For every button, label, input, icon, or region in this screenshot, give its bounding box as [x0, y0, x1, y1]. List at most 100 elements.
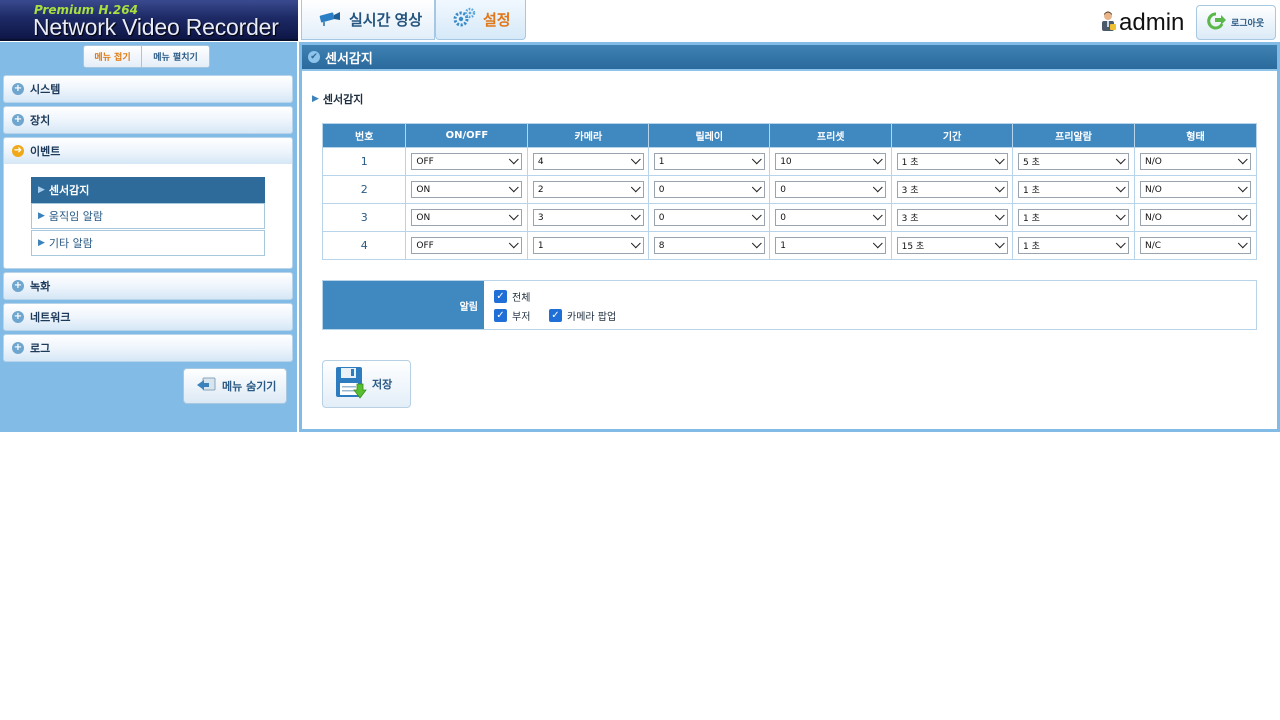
- content-panel: ✔ 센서감지 ▶ 센서감지 번호 ON/OFF 카메라 릴레이 프리셋 기간 프…: [302, 45, 1277, 429]
- cell: 1: [648, 147, 771, 176]
- sidebar-item-system[interactable]: + 시스템: [3, 75, 293, 103]
- select-value: ON: [416, 212, 431, 223]
- select-value: 1 초: [1023, 214, 1040, 224]
- type-select[interactable]: N/C: [1140, 237, 1251, 254]
- type-select[interactable]: N/O: [1140, 153, 1251, 170]
- column-header: 프리알람: [1012, 123, 1135, 148]
- chevron-down-icon: [751, 210, 762, 221]
- cell: N/C: [1134, 231, 1257, 260]
- logout-button[interactable]: 로그아웃: [1196, 5, 1276, 40]
- arrow-right-icon: ➜: [12, 145, 24, 157]
- chevron-down-icon: [751, 154, 762, 165]
- onoff-select[interactable]: ON: [411, 181, 523, 198]
- chevron-down-icon: [1115, 154, 1126, 165]
- camera-select[interactable]: 3: [532, 209, 644, 226]
- prealarm-select[interactable]: 5 초: [1018, 153, 1130, 170]
- sidebar-item-recording[interactable]: + 녹화: [3, 272, 293, 300]
- floppy-disk-icon: [335, 366, 367, 403]
- expand-menu-button[interactable]: 메뉴 펼치기: [142, 45, 210, 68]
- section-title: ▶ 센서감지: [312, 91, 363, 107]
- relay-select[interactable]: 0: [653, 181, 765, 198]
- submenu-item-sensor-detect[interactable]: ▶ 센서감지: [31, 177, 265, 203]
- select-value: N/O: [1145, 156, 1162, 167]
- onoff-select[interactable]: OFF: [411, 237, 523, 254]
- cell: 1 초: [1012, 203, 1135, 232]
- chevron-down-icon: [1237, 154, 1248, 165]
- type-select[interactable]: N/O: [1140, 209, 1251, 226]
- camera-select[interactable]: 1: [532, 237, 644, 254]
- chevron-down-icon: [509, 238, 520, 249]
- submenu-item-motion-alarm[interactable]: ▶ 움직임 알람: [31, 203, 265, 229]
- preset-select[interactable]: 0: [775, 181, 887, 198]
- onoff-select[interactable]: ON: [411, 209, 523, 226]
- sidebar-item-log[interactable]: + 로그: [3, 334, 293, 362]
- chevron-down-icon: [751, 182, 762, 193]
- section-title-label: 센서감지: [322, 93, 364, 106]
- sidebar-item-event[interactable]: ➜ 이벤트: [3, 137, 293, 165]
- select-value: 4: [537, 156, 544, 167]
- prealarm-select[interactable]: 1 초: [1018, 209, 1130, 226]
- content-area: ✔ 센서감지 ▶ 센서감지 번호 ON/OFF 카메라 릴레이 프리셋 기간 프…: [299, 42, 1280, 432]
- table-header-row: 번호 ON/OFF 카메라 릴레이 프리셋 기간 프리알람 형태: [321, 123, 1257, 148]
- cell: 10: [769, 147, 893, 176]
- chevron-down-icon: [509, 154, 520, 165]
- submenu-item-label: 움직임 알람: [48, 210, 104, 223]
- duration-select[interactable]: 3 초: [896, 209, 1008, 226]
- camera-select[interactable]: 4: [532, 153, 644, 170]
- checkbox-checked-icon[interactable]: ✓: [549, 309, 562, 322]
- tab-live-label: 실시간 영상: [349, 12, 423, 29]
- chevron-down-icon: [994, 182, 1005, 193]
- select-value: 3 초: [901, 214, 919, 224]
- select-value: N/O: [1145, 184, 1162, 195]
- alarm-option-all[interactable]: ✓ 전체: [494, 289, 530, 304]
- tab-live-video[interactable]: 실시간 영상: [301, 0, 435, 40]
- preset-select[interactable]: 10: [775, 153, 887, 170]
- checkbox-checked-icon[interactable]: ✓: [494, 309, 507, 322]
- duration-select[interactable]: 1 초: [896, 153, 1008, 170]
- relay-select[interactable]: 8: [653, 237, 765, 254]
- sidebar-item-network[interactable]: + 네트워크: [3, 303, 293, 331]
- checkbox-checked-icon[interactable]: ✓: [494, 290, 507, 303]
- sensor-number: 4: [321, 231, 407, 260]
- preset-select[interactable]: 0: [775, 209, 887, 226]
- sidebar-item-device[interactable]: + 장치: [3, 106, 293, 134]
- duration-select[interactable]: 15 초: [896, 237, 1008, 254]
- sensor-number: 1: [321, 147, 407, 176]
- column-header: 기간: [891, 123, 1014, 148]
- save-label: 저장: [372, 378, 393, 391]
- relay-select[interactable]: 1: [653, 153, 765, 170]
- select-value: 1 초: [1023, 242, 1040, 252]
- alarm-option-camera-popup[interactable]: ✓ 카메라 팝업: [549, 308, 616, 323]
- column-header: 프리셋: [769, 123, 893, 148]
- select-value: 1: [780, 240, 786, 251]
- save-button[interactable]: 저장: [322, 360, 411, 408]
- page-title: 센서감지: [325, 51, 373, 67]
- relay-select[interactable]: 0: [653, 209, 765, 226]
- hide-menu-button[interactable]: 메뉴 숨기기: [183, 368, 287, 404]
- submenu-item-label: 기타 알람: [48, 237, 93, 250]
- triangle-right-icon: ▶: [38, 211, 45, 221]
- submenu-item-other-alarm[interactable]: ▶ 기타 알람: [31, 230, 265, 256]
- select-value: 8: [658, 240, 665, 251]
- tab-settings[interactable]: 설정: [435, 0, 526, 40]
- check-circle-icon: ✔: [308, 51, 320, 63]
- prealarm-select[interactable]: 1 초: [1018, 237, 1130, 254]
- alarm-option-buzzer[interactable]: ✓ 부저: [494, 308, 530, 323]
- chevron-down-icon: [1237, 238, 1248, 249]
- duration-select[interactable]: 3 초: [896, 181, 1008, 198]
- plus-icon: +: [12, 114, 24, 126]
- chevron-down-icon: [873, 238, 883, 249]
- collapse-menu-button[interactable]: 메뉴 접기: [83, 45, 142, 68]
- alarm-label: 알림: [323, 281, 484, 329]
- triangle-right-icon: ▶: [38, 238, 45, 248]
- preset-select[interactable]: 1: [775, 237, 887, 254]
- camera-select[interactable]: 2: [532, 181, 644, 198]
- column-header: 릴레이: [648, 123, 771, 148]
- cell: 3 초: [891, 175, 1014, 204]
- cell: 5 초: [1012, 147, 1135, 176]
- sidebar-item-label: 시스템: [30, 83, 61, 96]
- onoff-select[interactable]: OFF: [411, 153, 523, 170]
- type-select[interactable]: N/O: [1140, 181, 1251, 198]
- sensor-number: 3: [321, 203, 407, 232]
- prealarm-select[interactable]: 1 초: [1018, 181, 1130, 198]
